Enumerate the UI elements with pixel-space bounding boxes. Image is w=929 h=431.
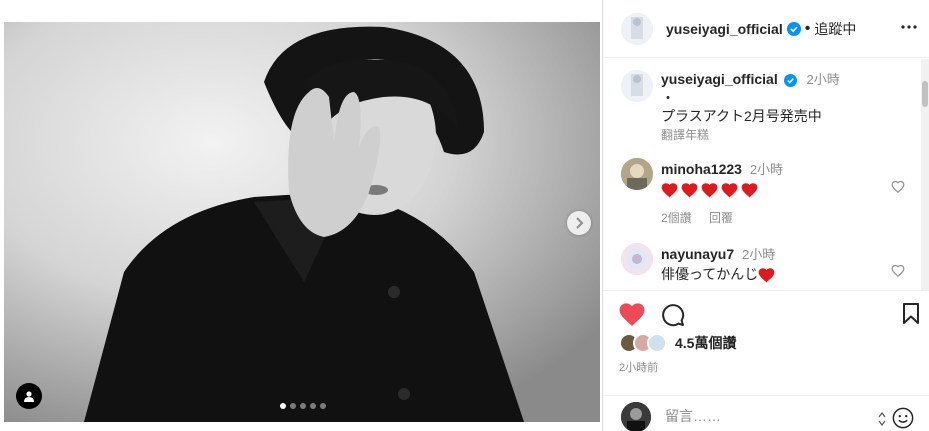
- comment-text: [661, 180, 881, 198]
- red-heart-emoji-icon: [661, 183, 678, 198]
- red-heart-emoji-icon: [741, 183, 758, 198]
- likes-count[interactable]: 4.5萬個讚: [675, 333, 736, 353]
- slide-dot: [320, 403, 326, 409]
- avatar[interactable]: [621, 12, 653, 45]
- comments-list[interactable]: yuseiyagi_official 2小時 ・ プラスアクト2月号発売中 翻譯…: [603, 59, 929, 290]
- comment-username[interactable]: minoha1223: [661, 161, 742, 177]
- verified-badge-icon: [783, 73, 797, 87]
- emoji-icon[interactable]: [892, 407, 914, 429]
- heart-icon[interactable]: [891, 180, 905, 194]
- comment-time: 2小時: [742, 247, 776, 262]
- red-heart-emoji-icon: [758, 268, 775, 283]
- comment-text-row: 俳優ってかんじ: [661, 265, 881, 283]
- avatar[interactable]: [621, 243, 653, 275]
- avatar-image: [621, 243, 653, 275]
- avatar-image: [621, 158, 653, 190]
- heart-icon[interactable]: [619, 303, 645, 327]
- slide-dot: [280, 403, 286, 409]
- avatar-image: [621, 402, 651, 431]
- comment-emoji: [758, 266, 778, 283]
- likes-row: 4.5萬個讚: [619, 333, 736, 353]
- caption-username[interactable]: yuseiyagi_official: [661, 71, 778, 87]
- comments-scrollbar[interactable]: [921, 59, 929, 290]
- caption-line: ・: [661, 90, 675, 106]
- translate-link[interactable]: 翻譯年糕: [661, 126, 901, 143]
- avatar: [647, 333, 667, 353]
- comment-text: 俳優ってかんじ: [661, 266, 759, 282]
- slide-dot: [290, 403, 296, 409]
- post-side-panel: yuseiyagi_official • 追蹤中 yuseiyagi_offic…: [602, 0, 929, 431]
- avatar[interactable]: [621, 158, 653, 190]
- comment-likes[interactable]: 2個讚: [661, 211, 692, 225]
- avatar-image: [621, 12, 653, 45]
- reply-button[interactable]: 回覆: [709, 211, 733, 225]
- caption-line: プラスアクト2月号発売中: [661, 108, 822, 124]
- user-tag-button[interactable]: [16, 383, 42, 409]
- post-timestamp[interactable]: 2小時前: [619, 359, 658, 375]
- avatar-image: [621, 70, 653, 102]
- resize-arrows-icon: [878, 412, 886, 426]
- separator-dot: •: [804, 19, 811, 37]
- avatar: [621, 402, 651, 431]
- more-icon[interactable]: [900, 18, 918, 36]
- heart-icon[interactable]: [891, 264, 905, 278]
- header-username[interactable]: yuseiyagi_official: [666, 21, 783, 37]
- slide-indicator: [280, 403, 326, 409]
- avatar[interactable]: [621, 70, 653, 102]
- post-photo[interactable]: [4, 22, 600, 422]
- scrollbar-thumb[interactable]: [922, 81, 928, 107]
- post-header: yuseiyagi_official • 追蹤中: [603, 0, 929, 58]
- red-heart-emoji-icon: [701, 183, 718, 198]
- next-slide-button[interactable]: [567, 211, 591, 235]
- comment-time: 2小時: [749, 162, 784, 177]
- chevron-right-icon: [576, 217, 584, 229]
- red-heart-emoji-icon: [721, 183, 738, 198]
- comment-composer: [603, 395, 929, 431]
- slide-dot: [300, 403, 306, 409]
- slide-dot: [310, 403, 316, 409]
- caption-time: 2小時: [806, 72, 840, 87]
- following-button[interactable]: 追蹤中: [814, 19, 856, 39]
- comment-input[interactable]: [665, 408, 865, 424]
- verified-badge-icon: [786, 21, 801, 36]
- photo-illustration: [4, 22, 600, 422]
- red-heart-emoji-icon: [681, 183, 698, 198]
- bookmark-icon[interactable]: [902, 303, 920, 325]
- media-area: [0, 0, 602, 431]
- comment-icon[interactable]: [661, 303, 685, 327]
- user-tag-icon: [24, 391, 34, 402]
- comment-username[interactable]: nayunayu7: [661, 246, 734, 262]
